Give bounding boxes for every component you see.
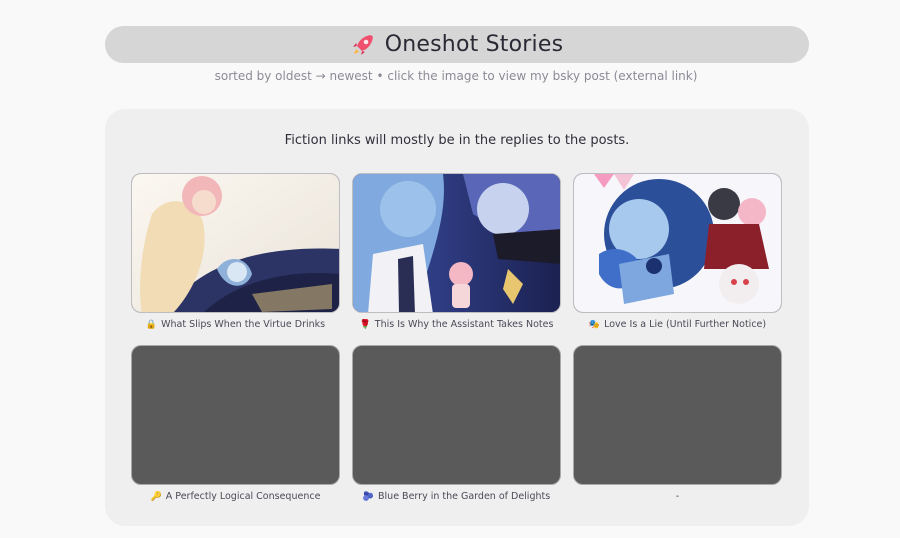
page-header: Oneshot Stories bbox=[105, 26, 809, 63]
story-artwork bbox=[132, 174, 339, 312]
story-tile: 🎭 Love Is a Lie (Until Further Notice) bbox=[573, 173, 782, 330]
story-title: Blue Berry in the Garden of Delights bbox=[378, 491, 551, 502]
story-caption: - bbox=[573, 491, 782, 502]
key-icon: 🔑 bbox=[150, 492, 162, 502]
rocket-icon bbox=[351, 33, 375, 57]
blueberry-icon: 🫐 bbox=[362, 492, 375, 502]
intro-text: Fiction links will mostly be in the repl… bbox=[284, 133, 630, 148]
lock-icon: 🔒 bbox=[145, 320, 158, 330]
story-image-link[interactable] bbox=[352, 173, 561, 313]
story-image-link[interactable] bbox=[131, 173, 340, 313]
story-tile: 🔑 A Perfectly Logical Consequence bbox=[131, 345, 340, 502]
story-tile: 🔒 What Slips When the Virtue Drinks bbox=[131, 173, 340, 330]
story-image-link[interactable] bbox=[573, 173, 782, 313]
rose-icon: 🌹 bbox=[359, 320, 371, 330]
page-title: Oneshot Stories bbox=[384, 32, 564, 57]
story-title: Love Is a Lie (Until Further Notice) bbox=[604, 319, 767, 330]
story-tile: 🌹 This Is Why the Assistant Takes Notes bbox=[352, 173, 561, 330]
story-image-placeholder[interactable] bbox=[352, 345, 561, 485]
story-title: What Slips When the Virtue Drinks bbox=[161, 319, 326, 330]
story-title: A Perfectly Logical Consequence bbox=[165, 491, 321, 502]
story-caption: 🌹 This Is Why the Assistant Takes Notes bbox=[352, 319, 561, 330]
story-artwork bbox=[574, 174, 781, 312]
masks-icon: 🎭 bbox=[588, 320, 601, 330]
story-caption: 🫐 Blue Berry in the Garden of Delights bbox=[352, 491, 561, 502]
sort-note: sorted by oldest → newest • click the im… bbox=[214, 69, 698, 83]
stories-card: Fiction links will mostly be in the repl… bbox=[105, 109, 809, 526]
story-tile: - bbox=[573, 345, 782, 502]
story-caption: 🎭 Love Is a Lie (Until Further Notice) bbox=[573, 319, 782, 330]
story-caption: 🔒 What Slips When the Virtue Drinks bbox=[131, 319, 340, 330]
story-artwork bbox=[353, 174, 560, 312]
story-title: - bbox=[675, 491, 680, 502]
story-caption: 🔑 A Perfectly Logical Consequence bbox=[131, 491, 340, 502]
story-image-placeholder[interactable] bbox=[131, 345, 340, 485]
story-tile: 🫐 Blue Berry in the Garden of Delights bbox=[352, 345, 561, 502]
story-title: This Is Why the Assistant Takes Notes bbox=[374, 319, 554, 330]
story-image-placeholder[interactable] bbox=[573, 345, 782, 485]
